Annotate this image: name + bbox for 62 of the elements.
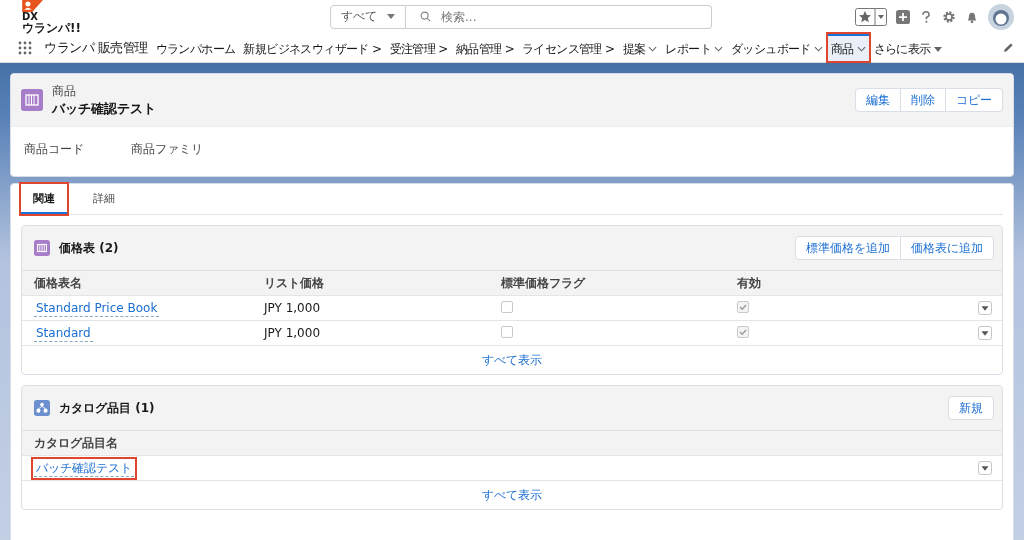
settings-icon[interactable] bbox=[942, 9, 956, 24]
record-link[interactable]: バッチ確認テスト bbox=[34, 459, 134, 477]
action-button[interactable]: コピー bbox=[945, 88, 1003, 112]
column-header: 価格表名 bbox=[34, 274, 83, 292]
logo-text: DX bbox=[22, 12, 38, 22]
tab[interactable]: 詳細 bbox=[81, 184, 127, 214]
record-link[interactable]: Standard Price Book bbox=[34, 300, 160, 317]
chevron-down-icon bbox=[856, 46, 866, 52]
catalog-icon bbox=[34, 400, 50, 416]
edit-icon[interactable] bbox=[1003, 42, 1014, 53]
nav-tab[interactable]: ダッシュボード bbox=[727, 33, 827, 62]
view-all-link[interactable]: すべて表示 bbox=[482, 486, 542, 504]
price-book-icon bbox=[34, 240, 50, 256]
action-button[interactable]: 新規 bbox=[948, 396, 994, 420]
avatar[interactable] bbox=[988, 3, 1014, 30]
chevron-down-icon bbox=[648, 46, 658, 52]
nav-tab[interactable]: ウランパホーム bbox=[151, 33, 240, 62]
field-label: 商品コード bbox=[24, 141, 84, 158]
action-button[interactable]: 編集 bbox=[855, 88, 901, 112]
help-icon[interactable] bbox=[919, 9, 933, 24]
record-link[interactable]: Standard bbox=[34, 325, 93, 342]
related-list-title: 価格表 (2) bbox=[59, 239, 119, 257]
caret-icon bbox=[387, 14, 395, 19]
logo-text: ウランパ!! bbox=[22, 22, 81, 34]
related-list-title: カタログ品目 (1) bbox=[59, 399, 155, 417]
search-scope-dropdown[interactable]: すべて bbox=[330, 4, 406, 29]
object-type-label: 商品 bbox=[52, 82, 77, 100]
logo[interactable]: DX ウランパ!! bbox=[22, 0, 92, 34]
tab[interactable]: 関連 bbox=[21, 184, 67, 214]
chevron-down-icon bbox=[714, 46, 723, 52]
favorites-button[interactable] bbox=[855, 7, 887, 26]
column-header: 有効 bbox=[737, 274, 762, 292]
nav-tab[interactable]: 受注管理 > bbox=[385, 33, 452, 62]
nav-tab[interactable]: 納品管理 > bbox=[451, 33, 519, 62]
row-menu-icon[interactable] bbox=[978, 461, 992, 475]
record-title: バッチ確認テスト bbox=[52, 99, 156, 118]
table-cell-text: JPY 1,000 bbox=[264, 301, 321, 315]
product-icon bbox=[21, 89, 43, 111]
app-name: ウランパ 販売管理 bbox=[44, 38, 148, 57]
nav-tab[interactable]: 提案 bbox=[618, 33, 662, 62]
action-button[interactable]: 標準価格を追加 bbox=[795, 236, 901, 260]
nav-tab[interactable]: さらに表示 bbox=[869, 33, 946, 62]
search-field[interactable]: 検索... bbox=[406, 4, 712, 29]
view-all-link[interactable]: すべて表示 bbox=[482, 351, 542, 369]
column-header: カタログ品目名 bbox=[34, 434, 119, 452]
action-button[interactable]: 削除 bbox=[900, 88, 946, 112]
table-cell-text: JPY 1,000 bbox=[264, 326, 321, 340]
nav-tab[interactable]: 新規ビジネスウィザード > bbox=[239, 33, 386, 62]
search-icon bbox=[420, 11, 431, 22]
row-menu-icon[interactable] bbox=[978, 301, 992, 315]
caret-icon bbox=[933, 46, 942, 52]
field-label: 商品ファミリ bbox=[131, 141, 203, 158]
nav-tab[interactable]: レポート bbox=[661, 33, 727, 62]
row-menu-icon[interactable] bbox=[978, 326, 992, 340]
column-header: 標準価格フラグ bbox=[501, 274, 587, 292]
nav-tab[interactable]: ライセンス管理 > bbox=[518, 33, 619, 62]
app-launcher-icon[interactable] bbox=[18, 40, 32, 55]
column-header: リスト価格 bbox=[264, 274, 325, 292]
chevron-down-icon bbox=[813, 46, 823, 52]
add-icon[interactable] bbox=[896, 9, 910, 24]
nav-tab[interactable]: 商品 bbox=[826, 33, 870, 62]
action-button[interactable]: 価格表に追加 bbox=[900, 236, 994, 260]
